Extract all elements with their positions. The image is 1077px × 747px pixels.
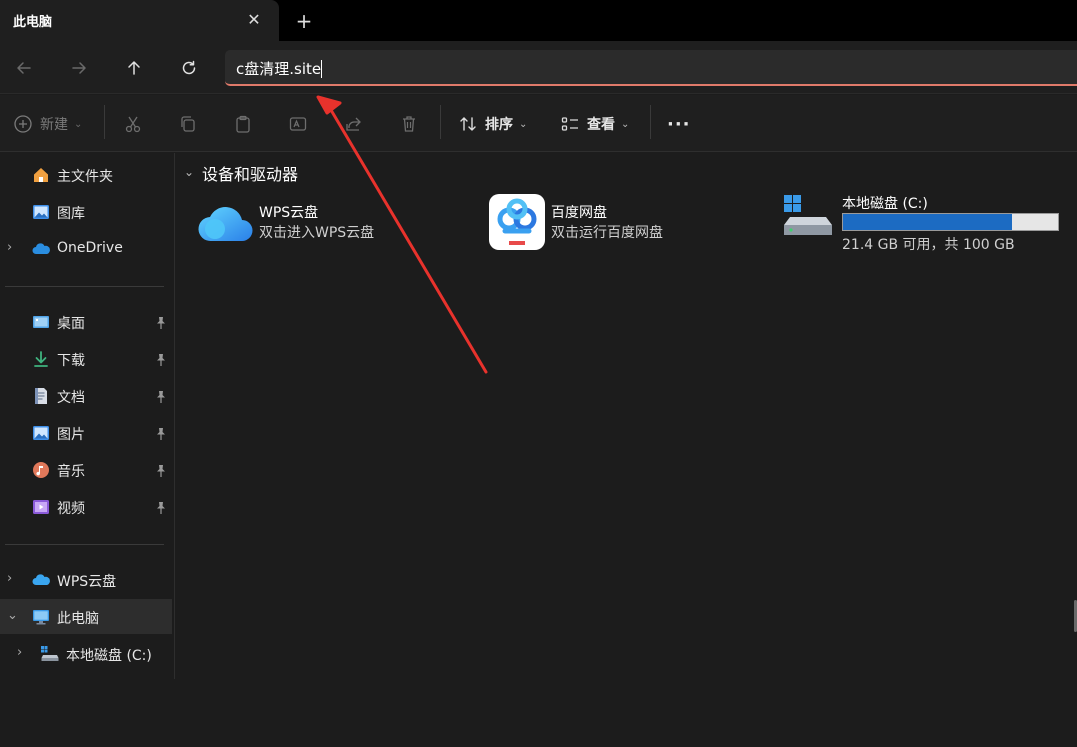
window-bottom-area bbox=[0, 679, 1077, 747]
content-pane: ⌄ 设备和驱动器 WPS云盘 双击进入WPS云盘 百度网盘 双击运行百度网盘 本… bbox=[176, 95, 1077, 679]
annotation-arrow bbox=[316, 95, 488, 374]
